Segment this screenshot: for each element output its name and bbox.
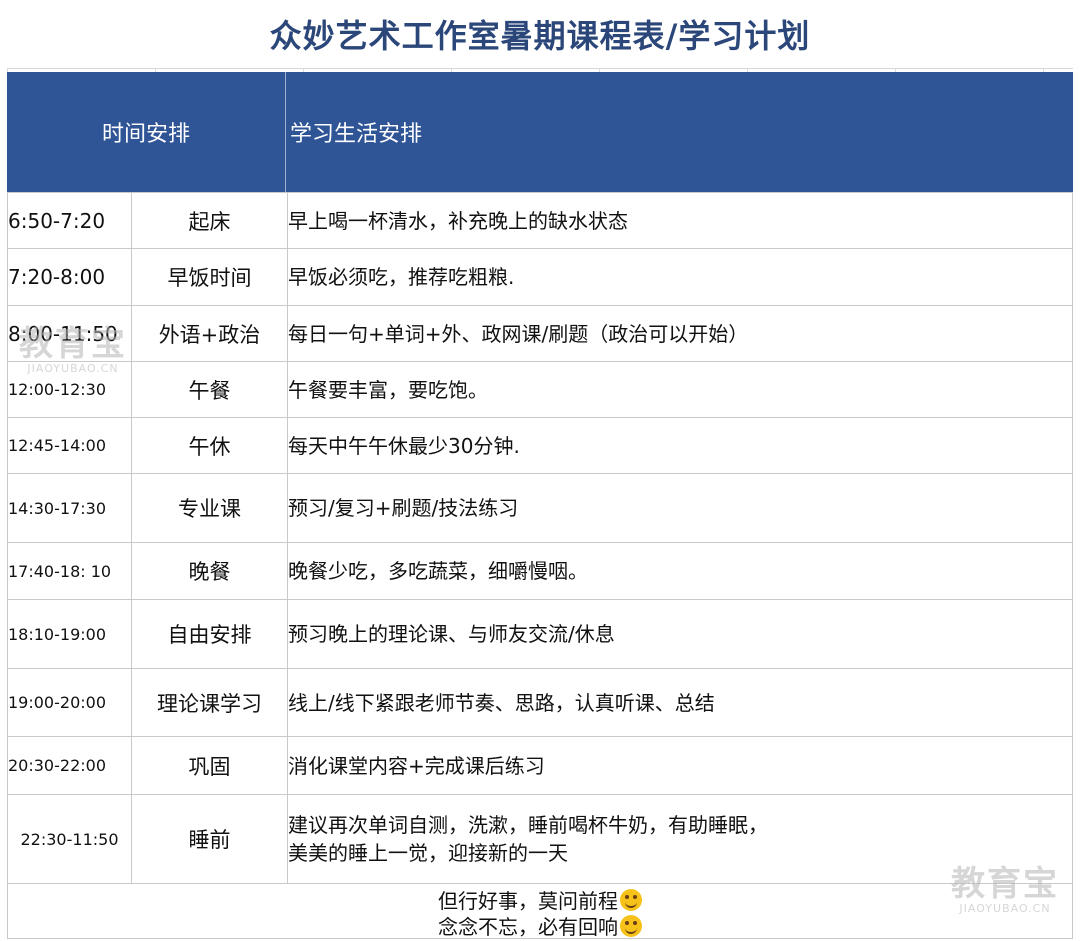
activity-cell: 午餐 — [131, 361, 288, 418]
activity-cell: 外语+政治 — [131, 305, 288, 362]
table-row: 22:30-11:50 睡前 建议再次单词自测，洗漱，睡前喝杯牛奶，有助睡眠， 美美的… — [7, 794, 1073, 884]
plan-cell: 午餐要丰富，要吃饱。 — [287, 361, 1073, 418]
time-cell: 22:30-11:50 — [7, 794, 132, 884]
time-cell: 14:30-17:30 — [7, 473, 132, 543]
header-plan-label: 学习生活安排 — [290, 122, 423, 147]
header-time-label: 时间安排 — [101, 122, 190, 147]
plan-cell: 晚餐少吃，多吃蔬菜，细嚼慢咽。 — [287, 542, 1073, 600]
activity-cell: 巩固 — [131, 736, 288, 795]
plan-text: 早上喝一杯清水，补充晚上的缺水状态 — [288, 208, 628, 233]
activity-cell: 理论课学习 — [131, 668, 288, 737]
plan-cell: 每日一句+单词+外、政网课/刷题（政治可以开始） — [287, 305, 1073, 362]
motto-line-2: 念念不忘，必有回响 — [8, 911, 1072, 940]
plan-text: 建议再次单词自测，洗漱，睡前喝杯牛奶，有助睡眠， — [288, 813, 768, 837]
footer-motto: 但行好事，莫问前程 念念不忘，必有回响 — [7, 883, 1073, 939]
time-cell: 7:20-8:00 — [7, 248, 132, 306]
plan-text: 美美的睡上一觉，迎接新的一天 — [288, 841, 568, 865]
smirking-face-icon — [620, 915, 642, 937]
motto-line-1: 但行好事，莫问前程 — [8, 885, 1072, 914]
plan-cell: 线上/线下紧跟老师节奏、思路，认真听课、总结 — [287, 668, 1073, 737]
plan-text: 每天中午午休最少30分钟. — [288, 433, 520, 458]
table-row: 18:10-19:00 自由安排 预习晚上的理论课、与师友交流/休息 — [7, 599, 1073, 669]
table-row: 7:20-8:00 早饭时间 早饭必须吃，推荐吃粗粮. — [7, 248, 1073, 306]
plan-text: 消化课堂内容+完成课后练习 — [288, 753, 545, 778]
plan-text: 预习晚上的理论课、与师友交流/休息 — [288, 622, 615, 646]
grinning-face-icon — [620, 889, 642, 911]
schedule-table: 6:50-7:20 起床 早上喝一杯清水，补充晚上的缺水状态 7:20-8:00 早饭时… — [7, 192, 1073, 884]
plan-text: 每日一句+单词+外、政网课/刷题（政治可以开始） — [288, 321, 749, 346]
plan-cell: 早上喝一杯清水，补充晚上的缺水状态 — [287, 192, 1073, 249]
time-cell: 6:50-7:20 — [7, 192, 132, 249]
plan-text: 午餐要丰富，要吃饱。 — [288, 377, 488, 402]
time-cell: 18:10-19:00 — [7, 599, 132, 669]
table-row: 19:00-20:00 理论课学习 线上/线下紧跟老师节奏、思路，认真听课、总结 — [7, 668, 1073, 737]
activity-cell: 早饭时间 — [131, 248, 288, 306]
time-cell: 12:45-14:00 — [7, 417, 132, 474]
activity-cell: 起床 — [131, 192, 288, 249]
table-row: 12:45-14:00 午休 每天中午午休最少30分钟. — [7, 417, 1073, 474]
plan-cell: 预习晚上的理论课、与师友交流/休息 — [287, 599, 1073, 669]
page-title: 众妙艺术工作室暑期课程表/学习计划 — [269, 17, 811, 55]
activity-cell: 自由安排 — [131, 599, 288, 669]
plan-text: 早饭必须吃，推荐吃粗粮. — [288, 265, 515, 289]
plan-cell: 早饭必须吃，推荐吃粗粮. — [287, 248, 1073, 306]
activity-cell: 晚餐 — [131, 542, 288, 600]
schedule-sheet: 时间安排 学习生活安排 6:50-7:20 起床 早上喝一杯清水，补充晚上的缺水状态… — [7, 68, 1073, 939]
table-row: 14:30-17:30 专业课 预习/复习+刷题/技法练习 — [7, 473, 1073, 543]
activity-cell: 睡前 — [131, 794, 288, 884]
activity-cell: 午休 — [131, 417, 288, 474]
table-row: 8:00-11:50 外语+政治 每日一句+单词+外、政网课/刷题（政治可以开始） — [7, 305, 1073, 362]
table-header: 时间安排 学习生活安排 — [7, 72, 1073, 192]
time-cell: 8:00-11:50 — [7, 305, 132, 362]
table-row: 17:40-18: 10 晚餐 晚餐少吃，多吃蔬菜，细嚼慢咽。 — [7, 542, 1073, 600]
time-cell: 19:00-20:00 — [7, 668, 132, 737]
table-row: 6:50-7:20 起床 早上喝一杯清水，补充晚上的缺水状态 — [7, 192, 1073, 249]
plan-text: 晚餐少吃，多吃蔬菜，细嚼慢咽。 — [288, 559, 588, 583]
table-row: 12:00-12:30 午餐 午餐要丰富，要吃饱。 — [7, 361, 1073, 418]
time-cell: 17:40-18: 10 — [7, 542, 132, 600]
table-row: 20:30-22:00 巩固 消化课堂内容+完成课后练习 — [7, 736, 1073, 795]
time-cell: 12:00-12:30 — [7, 361, 132, 418]
header-divider — [285, 72, 286, 192]
plan-text: 线上/线下紧跟老师节奏、思路，认真听课、总结 — [288, 690, 715, 715]
plan-cell: 消化课堂内容+完成课后练习 — [287, 736, 1073, 795]
plan-text: 预习/复习+刷题/技法练习 — [288, 496, 519, 520]
plan-cell: 每天中午午休最少30分钟. — [287, 417, 1073, 474]
time-cell: 20:30-22:00 — [7, 736, 132, 795]
activity-cell: 专业课 — [131, 473, 288, 543]
plan-cell: 预习/复习+刷题/技法练习 — [287, 473, 1073, 543]
motto-line-2-text: 念念不忘，必有回响 — [438, 915, 618, 939]
plan-cell: 建议再次单词自测，洗漱，睡前喝杯牛奶，有助睡眠， 美美的睡上一觉，迎接新的一天 — [287, 794, 1073, 884]
motto-line-1-text: 但行好事，莫问前程 — [438, 889, 618, 913]
